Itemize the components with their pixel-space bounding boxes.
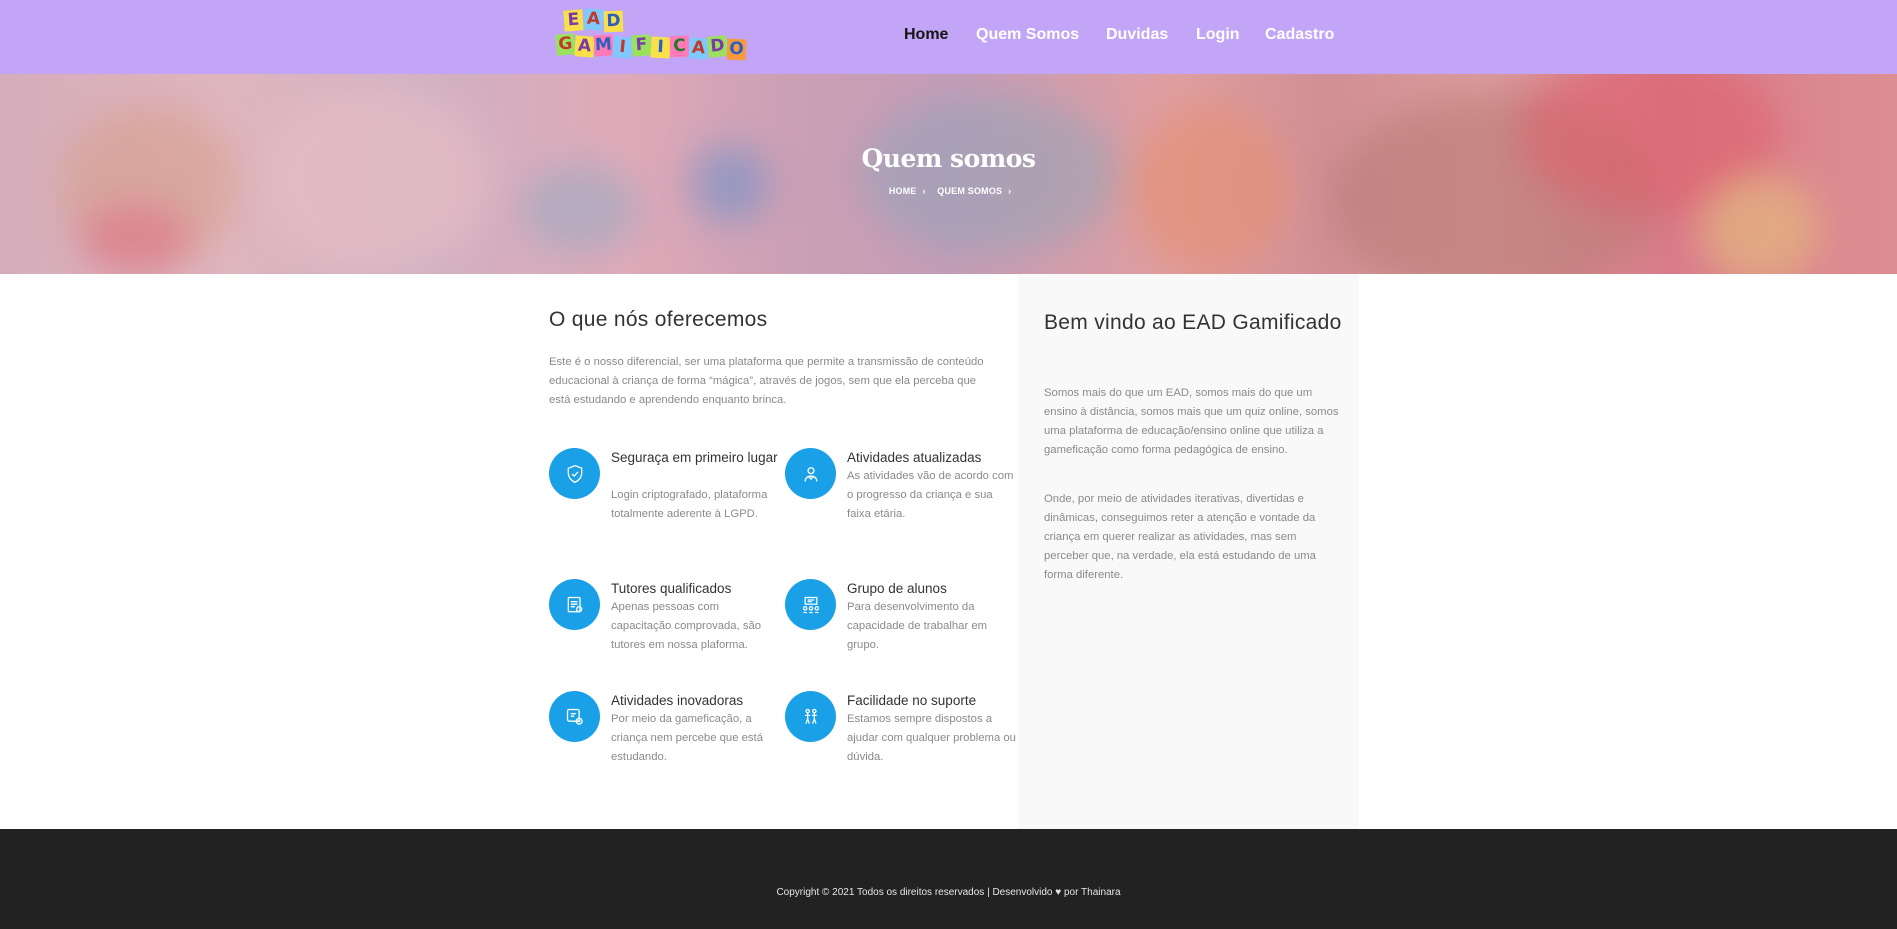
support-icon bbox=[785, 691, 836, 742]
site-logo[interactable]: E A D G A M I F I C A D O bbox=[554, 6, 748, 64]
feature-title: Seguraça em primeiro lugar bbox=[611, 450, 778, 465]
classroom-icon bbox=[785, 579, 836, 630]
shield-icon bbox=[549, 448, 600, 499]
feature-desc: Para desenvolvimento da capacidade de tr… bbox=[847, 601, 988, 651]
nav-duvidas[interactable]: Duvidas bbox=[1106, 26, 1168, 44]
nav-login[interactable]: Login bbox=[1196, 26, 1240, 44]
copyright: Copyright © 2021 Todos os direitos reser… bbox=[776, 887, 1121, 898]
offer-intro: Este é o nosso diferencial, ser uma plat… bbox=[549, 356, 984, 406]
feature-desc: Apenas pessoas com capacitação comprovad… bbox=[611, 601, 762, 651]
feature-title: Tutores qualificados bbox=[611, 581, 732, 596]
feature-desc: As atividades vão de acordo com o progre… bbox=[847, 470, 1014, 520]
nav-quem-somos[interactable]: Quem Somos bbox=[976, 26, 1079, 44]
breadcrumb-home[interactable]: HOME › bbox=[886, 186, 926, 196]
nav-cadastro[interactable]: Cadastro bbox=[1265, 26, 1334, 44]
feature-desc: Login criptografado, plataforma totalmen… bbox=[611, 489, 768, 520]
site-footer: Copyright © 2021 Todos os direitos reser… bbox=[0, 829, 1897, 929]
breadcrumb: HOME › QUEM SOMOS › bbox=[0, 186, 1897, 196]
offer-heading: O que nós oferecemos bbox=[549, 308, 768, 331]
welcome-paragraph: Onde, por meio de atividades iterativas,… bbox=[1044, 493, 1316, 581]
feature-title: Grupo de alunos bbox=[847, 581, 947, 596]
nav-home[interactable]: Home bbox=[904, 26, 948, 44]
hero-banner: Quem somos HOME › QUEM SOMOS › bbox=[0, 74, 1897, 274]
user-refresh-icon bbox=[785, 448, 836, 499]
welcome-paragraph: Somos mais do que um EAD, somos mais do … bbox=[1044, 387, 1339, 456]
feature-title: Atividades atualizadas bbox=[847, 450, 982, 465]
feature-desc: Estamos sempre dispostos a ajudar com qu… bbox=[847, 713, 1016, 763]
welcome-heading: Bem vindo ao EAD Gamificado bbox=[1044, 311, 1342, 334]
certificate-icon bbox=[549, 579, 600, 630]
page-title: Quem somos bbox=[861, 144, 1036, 173]
feature-desc: Por meio da gameficação, a criança nem p… bbox=[611, 713, 763, 763]
feature-title: Facilidade no suporte bbox=[847, 693, 977, 708]
heart-icon: ♥ bbox=[1055, 887, 1062, 898]
breadcrumb-current: QUEM SOMOS › bbox=[937, 186, 1012, 196]
feature-title: Atividades inovadoras bbox=[611, 693, 744, 708]
welcome-panel: Bem vindo ao EAD Gamificado Somos mais d… bbox=[1018, 274, 1359, 829]
puzzle-icon bbox=[549, 691, 600, 742]
site-header: E A D G A M I F I C A D O Home Quem Somo… bbox=[0, 0, 1897, 74]
